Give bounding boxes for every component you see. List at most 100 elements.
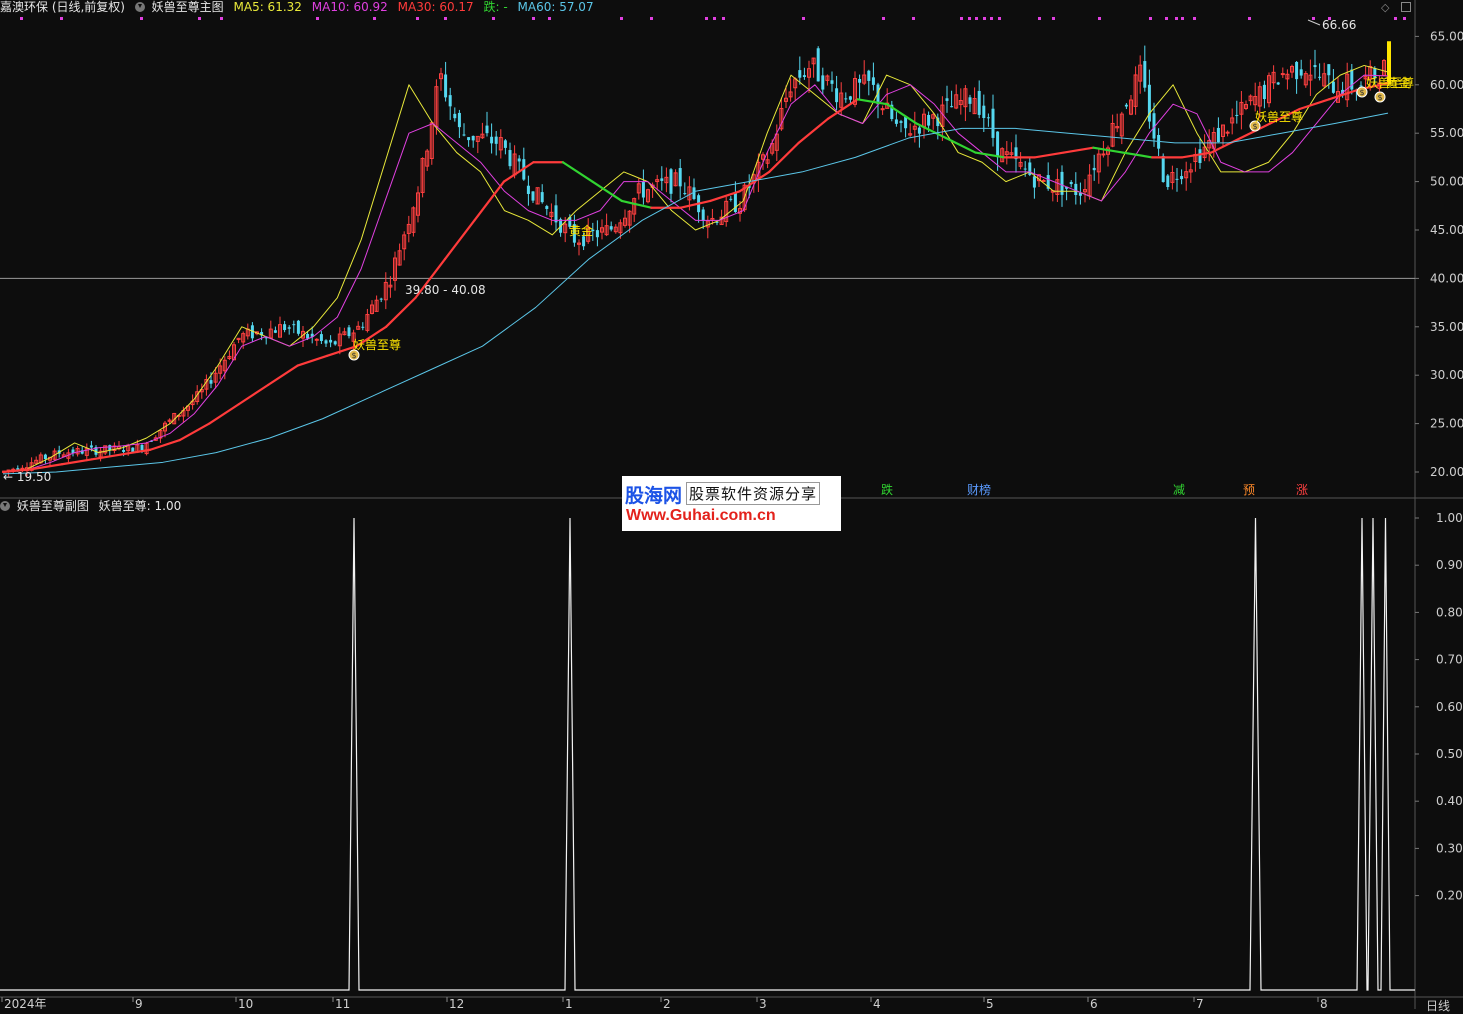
candle-body [329, 339, 333, 343]
candle-body [273, 330, 277, 333]
candle-body [324, 340, 328, 344]
price-tick-label: 55.00 [1430, 126, 1463, 140]
signal-dot [713, 17, 716, 20]
ma30-line-segment [1121, 151, 1154, 159]
candle-body [609, 226, 613, 230]
candle-body [517, 158, 521, 162]
candle-body [508, 150, 512, 167]
watermark-banner: 股海网 股票软件资源分享 Www.Guhai.com.cn [622, 476, 841, 531]
time-tick-label: 2024年 [4, 997, 47, 1009]
candle-body [977, 90, 981, 115]
candle-body [462, 134, 466, 136]
candle-body [904, 116, 908, 129]
price-tick-label: 30.00 [1430, 368, 1463, 382]
watermark-url: Www.Guhai.com.cn [626, 507, 776, 524]
ma30-line-segment [443, 219, 476, 261]
time-tick-label: 10 [238, 997, 253, 1009]
signal-dot [983, 17, 986, 20]
signal-label: 妖兽至尊 [353, 337, 401, 352]
signal-dot [1248, 17, 1251, 20]
signal-dot [20, 17, 23, 20]
candle-body [835, 88, 839, 103]
candle-body [798, 70, 802, 78]
sub-indicator-plot [0, 517, 1415, 991]
sub-indicator-name[interactable]: 妖兽至尊副图 [17, 499, 89, 513]
period-label[interactable]: 日线 [1426, 997, 1450, 1014]
signal-dot [532, 17, 535, 20]
candle-body [1032, 176, 1036, 188]
ma30-line-segment [591, 180, 623, 203]
candle-body [991, 108, 995, 138]
price-tick-label: 65.00 [1430, 29, 1463, 43]
candle-body [1041, 179, 1046, 182]
signal-dot [1052, 17, 1055, 20]
candle-body [1216, 127, 1220, 143]
ma30-line-segment [237, 383, 270, 406]
time-tick-label: 8 [1320, 997, 1328, 1009]
candle-body [467, 137, 471, 141]
dropdown-icon[interactable] [0, 501, 10, 511]
ma30-line-segment [384, 296, 417, 328]
signal-label: 妖兽至尊 [1255, 109, 1303, 124]
candle-body [1101, 153, 1106, 156]
candle-body [678, 168, 682, 187]
sub-tick-label: 0.90 [1436, 558, 1463, 572]
time-tick-label: 7 [1196, 997, 1204, 1009]
high-price-label: 66.66 [1322, 18, 1356, 32]
ma30-line-segment [149, 438, 181, 451]
ma30-line-segment [944, 136, 977, 154]
signal-dot [1403, 17, 1406, 20]
money-bag-symbol: $ [352, 351, 357, 360]
signal-dot [705, 17, 708, 20]
event-marker: 跌 [881, 482, 893, 497]
signal-dot [1394, 17, 1397, 20]
candle-body [1180, 176, 1184, 180]
candle-body [996, 131, 1000, 158]
candle-body [108, 445, 112, 451]
candle-body [1166, 175, 1170, 188]
candle-body [296, 320, 300, 334]
time-tick-label: 9 [135, 997, 143, 1009]
candle-body [1327, 64, 1331, 76]
ma30-line-segment [267, 364, 299, 386]
candle-body [457, 112, 461, 128]
signal-dot [140, 17, 143, 20]
candle-body [844, 98, 848, 100]
time-tick-label: 5 [986, 997, 994, 1009]
candle-body [526, 185, 530, 194]
signal-dot [1181, 17, 1184, 20]
signal-dot [998, 17, 1001, 20]
sub-tick-label: 0.30 [1436, 841, 1463, 855]
signal-dot [416, 17, 419, 20]
candle-body [729, 198, 733, 200]
signal-dot [548, 17, 551, 20]
event-marker: 涨 [1296, 482, 1308, 497]
time-tick-label: 1 [565, 997, 573, 1009]
range-label: 39.80 - 40.08 [405, 283, 486, 297]
candle-body [968, 97, 972, 104]
gold-label: 黄金 [569, 223, 593, 238]
annotations: 66.66← 19.5039.80 - 40.08$妖兽至尊黄金$妖兽至尊$$黄… [3, 17, 1414, 497]
candle-body [669, 169, 673, 194]
time-tick-label: 2 [663, 997, 671, 1009]
candle-body [830, 80, 834, 84]
time-tick-label: 12 [449, 997, 464, 1009]
ma30-line-segment [60, 458, 93, 466]
signal-dot [1149, 17, 1152, 20]
watermark-brand: 股海网 [625, 485, 683, 507]
signal-dot [1165, 17, 1168, 20]
candle-body [1175, 178, 1179, 180]
candle-body [867, 70, 871, 81]
signal-dot [220, 17, 223, 20]
signal-dot [802, 17, 805, 20]
sub-tick-label: 0.50 [1436, 747, 1463, 761]
time-tick-label: 11 [335, 997, 350, 1009]
price-tick-label: 50.00 [1430, 175, 1463, 189]
price-tick-label: 45.00 [1430, 223, 1463, 237]
candle-body [1161, 155, 1165, 182]
candle-body [660, 178, 664, 181]
signal-dot [198, 17, 201, 20]
candle-body [950, 106, 954, 108]
event-marker: 预 [1243, 483, 1255, 497]
candle-body [1331, 81, 1335, 93]
